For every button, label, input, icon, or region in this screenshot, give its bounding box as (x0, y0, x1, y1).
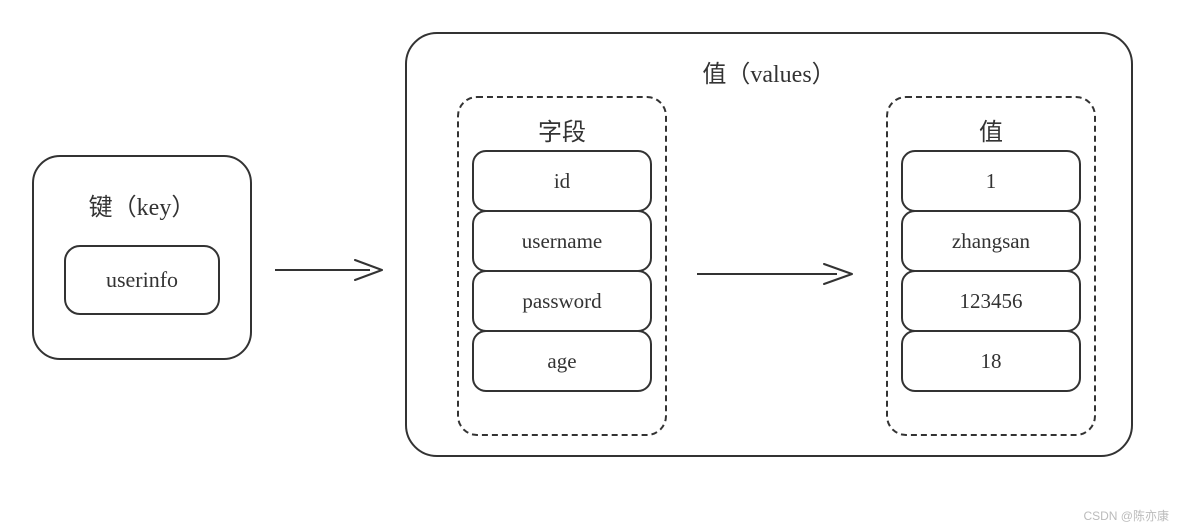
key-value-box: userinfo (64, 245, 220, 315)
arrow-key-to-values-icon (270, 255, 390, 285)
value-cell: 123456 (901, 270, 1081, 332)
values-title: 值（values） (407, 54, 1131, 89)
field-cell: age (472, 330, 652, 392)
arrow-fields-to-values-icon (692, 259, 862, 289)
value-cell: 1 (901, 150, 1081, 212)
values-group: 值 1 zhangsan 123456 18 (886, 96, 1096, 436)
key-value-text: userinfo (106, 267, 178, 293)
field-label: age (547, 349, 576, 374)
value-text: 18 (981, 349, 1002, 374)
values-group-title: 值 (888, 98, 1094, 150)
field-label: password (522, 289, 601, 314)
field-label: username (522, 229, 602, 254)
key-container: 键（key） userinfo (32, 155, 252, 360)
value-text: zhangsan (952, 229, 1030, 254)
value-cell: zhangsan (901, 210, 1081, 272)
key-title: 键（key） (34, 187, 250, 222)
fields-group: 字段 id username password age (457, 96, 667, 436)
value-text: 123456 (960, 289, 1023, 314)
values-container: 值（values） 字段 id username password age 值 … (405, 32, 1133, 457)
value-cell: 18 (901, 330, 1081, 392)
field-cell: username (472, 210, 652, 272)
diagram-canvas: 键（key） userinfo 值（values） 字段 id username… (0, 0, 1177, 530)
value-text: 1 (986, 169, 997, 194)
field-cell: password (472, 270, 652, 332)
field-cell: id (472, 150, 652, 212)
watermark: CSDN @陈亦康 (1083, 507, 1169, 524)
fields-stack: id username password age (459, 150, 665, 402)
fields-group-title: 字段 (459, 98, 665, 150)
field-label: id (554, 169, 570, 194)
values-stack: 1 zhangsan 123456 18 (888, 150, 1094, 402)
